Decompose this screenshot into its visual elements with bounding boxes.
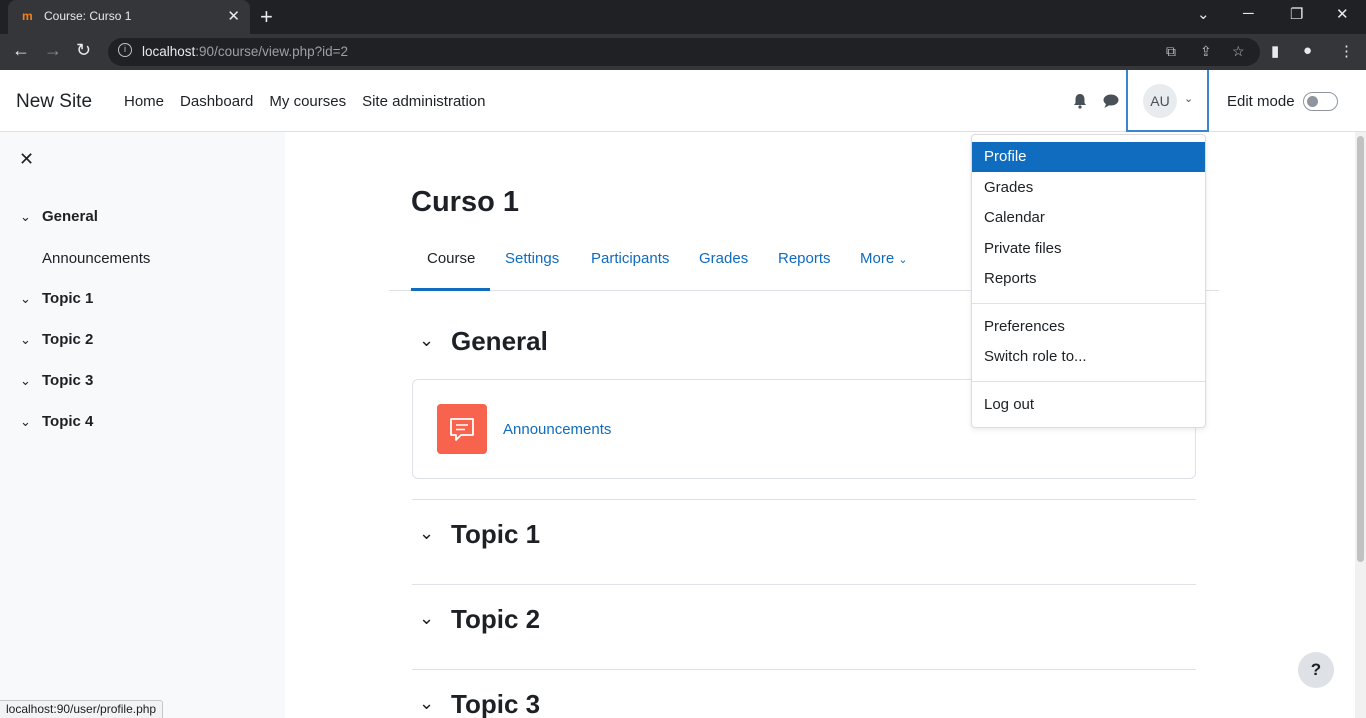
drawer-item-topic-4[interactable]: ⌄ Topic 4 (20, 413, 93, 430)
site-navbar: New Site Home Dashboard My courses Site … (0, 70, 1366, 132)
menu-item-calendar[interactable]: Calendar (972, 203, 1205, 233)
chevron-down-icon[interactable]: ⌄ (20, 291, 42, 307)
collapse-topic-1-icon[interactable]: ⌄ (419, 523, 434, 544)
menu-item-profile[interactable]: Profile (972, 142, 1205, 172)
restore-icon[interactable]: ❐ (1290, 5, 1303, 23)
tab-participants[interactable]: Participants (591, 250, 669, 267)
browser-toolbar: ← → ↻ i localhost:90/course/view.php?id=… (0, 34, 1366, 70)
drawer-item-announcements[interactable]: Announcements (42, 250, 150, 267)
nav-site-administration[interactable]: Site administration (362, 93, 485, 110)
scrollbar-thumb[interactable] (1357, 136, 1364, 562)
browser-menu-icon[interactable]: ⋮ (1339, 42, 1354, 60)
tab-settings[interactable]: Settings (505, 250, 559, 267)
close-drawer-icon[interactable]: ✕ (19, 149, 34, 170)
menu-item-private-files[interactable]: Private files (972, 234, 1205, 264)
nav-dashboard[interactable]: Dashboard (180, 93, 253, 110)
announcements-link[interactable]: Announcements (503, 421, 611, 438)
menu-item-reports[interactable]: Reports (972, 264, 1205, 294)
toggle-knob (1307, 96, 1318, 107)
reload-icon[interactable]: ↻ (76, 40, 91, 61)
nav-my-courses[interactable]: My courses (269, 93, 346, 110)
chevron-down-icon[interactable]: ⌄ (20, 414, 42, 430)
bookmark-star-icon[interactable]: ☆ (1232, 43, 1245, 60)
user-menu-toggle[interactable]: AU ⌄ (1126, 70, 1209, 132)
chevron-down-icon[interactable]: ⌄ (20, 209, 42, 225)
collapse-topic-2-icon[interactable]: ⌄ (419, 608, 434, 629)
menu-divider (972, 303, 1205, 304)
chevron-down-icon[interactable]: ⌄ (20, 332, 42, 348)
window-close-icon[interactable]: ✕ (1336, 5, 1349, 23)
browser-tab[interactable]: m Course: Curso 1 ✕ (8, 0, 250, 34)
address-bar[interactable]: i localhost:90/course/view.php?id=2 ⧉ ⇪ … (108, 38, 1260, 66)
tab-search-icon[interactable]: ⌄ (1197, 5, 1210, 23)
tab-title: Course: Curso 1 (44, 9, 132, 23)
minimize-icon[interactable]: ─ (1243, 5, 1254, 22)
section-divider (412, 499, 1196, 500)
forward-icon[interactable]: → (44, 40, 62, 61)
edit-mode-toggle[interactable] (1303, 92, 1338, 111)
menu-item-preferences[interactable]: Preferences (972, 312, 1205, 342)
chevron-down-icon: ⌄ (898, 254, 908, 266)
collapse-general-icon[interactable]: ⌄ (419, 330, 434, 351)
menu-item-log-out[interactable]: Log out (972, 390, 1205, 420)
site-brand[interactable]: New Site (16, 91, 92, 113)
tab-more[interactable]: More ⌄ (860, 250, 908, 267)
section-title-topic-1: Topic 1 (451, 519, 541, 549)
share-icon[interactable]: ⇪ (1200, 43, 1212, 60)
drawer-item-general[interactable]: ⌄ General (20, 208, 98, 225)
tab-close-icon[interactable]: ✕ (227, 7, 240, 25)
back-icon[interactable]: ← (12, 40, 30, 61)
help-button[interactable]: ? (1298, 652, 1334, 688)
page-scrollbar[interactable] (1355, 132, 1366, 718)
nav-home[interactable]: Home (124, 93, 164, 110)
tab-course[interactable]: Course (427, 250, 475, 267)
notifications-bell-icon[interactable] (1071, 92, 1089, 110)
messages-icon[interactable] (1102, 92, 1120, 110)
collapse-topic-3-icon[interactable]: ⌄ (419, 693, 434, 714)
site-info-icon[interactable]: i (118, 43, 132, 57)
chevron-down-icon: ⌄ (1184, 93, 1194, 105)
browser-tabbar: m Course: Curso 1 ✕ + ⌄ ─ ❐ ✕ (0, 0, 1366, 34)
drawer-item-topic-1[interactable]: ⌄ Topic 1 (20, 290, 93, 307)
drawer-item-topic-3[interactable]: ⌄ Topic 3 (20, 372, 93, 389)
moodle-favicon-icon: m (22, 9, 33, 23)
menu-item-switch-role[interactable]: Switch role to... (972, 342, 1205, 372)
tab-reports[interactable]: Reports (778, 250, 831, 267)
tab-grades[interactable]: Grades (699, 250, 748, 267)
menu-divider (972, 381, 1205, 382)
drawer-item-topic-2[interactable]: ⌄ Topic 2 (20, 331, 93, 348)
side-panel-icon[interactable]: ▮ (1271, 42, 1279, 60)
active-tab-indicator (411, 288, 490, 291)
url-text: localhost:90/course/view.php?id=2 (142, 44, 349, 59)
status-bar-url: localhost:90/user/profile.php (0, 700, 164, 718)
page-title: Curso 1 (411, 186, 519, 218)
menu-item-grades[interactable]: Grades (972, 173, 1205, 203)
section-title-general: General (451, 326, 548, 356)
profile-icon[interactable]: ● (1303, 42, 1312, 59)
section-divider (412, 669, 1196, 670)
chevron-down-icon[interactable]: ⌄ (20, 373, 42, 389)
course-index-drawer: ✕ ⌄ General Announcements ⌄ Topic 1 ⌄ Topic… (0, 132, 285, 718)
user-dropdown-menu: Profile Grades Calendar Private files Re… (971, 134, 1206, 428)
section-title-topic-3: Topic 3 (451, 689, 541, 718)
forum-icon (437, 404, 487, 454)
translate-icon[interactable]: ⧉ (1166, 43, 1176, 60)
section-title-topic-2: Topic 2 (451, 604, 541, 634)
primary-navigation: Home Dashboard My courses Site administr… (124, 93, 486, 110)
new-tab-icon[interactable]: + (260, 4, 273, 30)
avatar: AU (1143, 84, 1177, 118)
edit-mode-label: Edit mode (1227, 93, 1295, 110)
section-divider (412, 584, 1196, 585)
